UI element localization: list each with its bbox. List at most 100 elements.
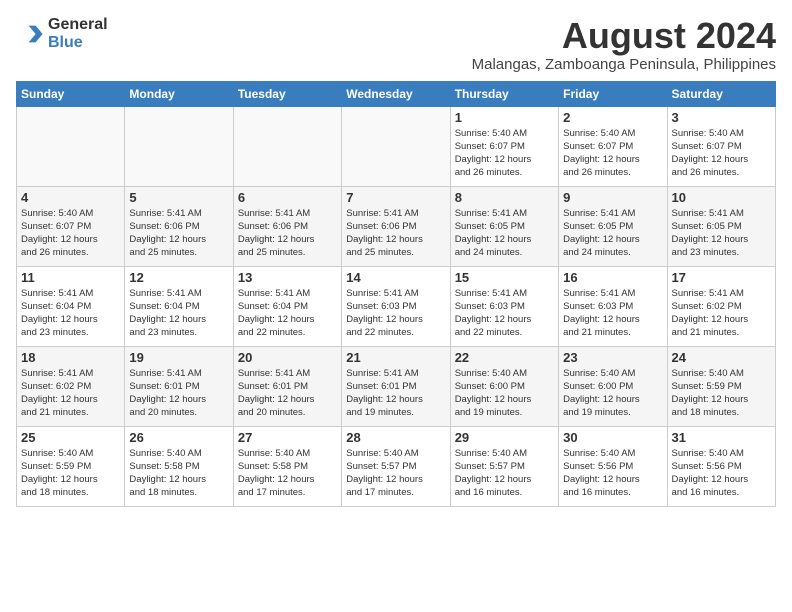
day-info: Sunrise: 5:40 AM Sunset: 6:00 PM Dayligh… [563, 367, 662, 420]
day-info: Sunrise: 5:41 AM Sunset: 6:02 PM Dayligh… [672, 287, 771, 340]
day-info: Sunrise: 5:40 AM Sunset: 6:07 PM Dayligh… [563, 127, 662, 180]
day-info: Sunrise: 5:41 AM Sunset: 6:03 PM Dayligh… [563, 287, 662, 340]
logo-icon [16, 20, 44, 48]
calendar-cell: 6Sunrise: 5:41 AM Sunset: 6:06 PM Daylig… [233, 186, 341, 266]
day-number: 23 [563, 350, 662, 365]
calendar-cell: 21 Sunrise: 5:41 AM Sunset: 6:01 PM Dayli… [342, 346, 450, 426]
calendar-cell: 11 Sunrise: 5:41 AM Sunset: 6:04 PM Dayli… [17, 266, 125, 346]
day-of-week-header: Wednesday [342, 81, 450, 106]
calendar-cell: 20Sunrise: 5:41 AM Sunset: 6:01 PM Dayli… [233, 346, 341, 426]
calendar-cell [233, 106, 341, 186]
calendar-week-row: 4Sunrise: 5:40 AM Sunset: 6:07 PM Daylig… [17, 186, 776, 266]
day-info: Sunrise: 5:40 AM Sunset: 5:58 PM Dayligh… [129, 447, 228, 500]
day-number: 25 [21, 430, 120, 445]
day-info: Sunrise: 5:41 AM Sunset: 6:03 PM Dayligh… [346, 287, 445, 340]
day-info: Sunrise: 5:41 AM Sunset: 6:01 PM Dayligh… [238, 367, 337, 420]
calendar-cell: 4Sunrise: 5:40 AM Sunset: 6:07 PM Daylig… [17, 186, 125, 266]
day-number: 13 [238, 270, 337, 285]
day-info: Sunrise: 5:41 AM Sunset: 6:04 PM Dayligh… [238, 287, 337, 340]
day-number: 17 [672, 270, 771, 285]
calendar-cell: 31 Sunrise: 5:40 AM Sunset: 5:56 PM Dayli… [667, 426, 775, 506]
day-of-week-header: Tuesday [233, 81, 341, 106]
day-number: 4 [21, 190, 120, 205]
day-info: Sunrise: 5:41 AM Sunset: 6:05 PM Dayligh… [672, 207, 771, 260]
calendar-cell: 28 Sunrise: 5:40 AM Sunset: 5:57 PM Dayli… [342, 426, 450, 506]
calendar-week-row: 18 Sunrise: 5:41 AM Sunset: 6:02 PM Dayli… [17, 346, 776, 426]
calendar-cell: 22Sunrise: 5:40 AM Sunset: 6:00 PM Dayli… [450, 346, 558, 426]
logo-text: General Blue [48, 16, 108, 51]
day-info: Sunrise: 5:41 AM Sunset: 6:04 PM Dayligh… [21, 287, 120, 340]
day-of-week-header: Friday [559, 81, 667, 106]
calendar-cell: 7Sunrise: 5:41 AM Sunset: 6:06 PM Daylig… [342, 186, 450, 266]
calendar-cell: 1 Sunrise: 5:40 AM Sunset: 6:07 PM Daylig… [450, 106, 558, 186]
calendar-header: SundayMondayTuesdayWednesdayThursdayFrid… [17, 81, 776, 106]
day-number: 21 [346, 350, 445, 365]
calendar-cell: 15 Sunrise: 5:41 AM Sunset: 6:03 PM Dayli… [450, 266, 558, 346]
calendar-cell [342, 106, 450, 186]
calendar-cell: 18 Sunrise: 5:41 AM Sunset: 6:02 PM Dayli… [17, 346, 125, 426]
calendar-cell [17, 106, 125, 186]
day-info: Sunrise: 5:41 AM Sunset: 6:01 PM Dayligh… [129, 367, 228, 420]
day-info: Sunrise: 5:40 AM Sunset: 5:58 PM Dayligh… [238, 447, 337, 500]
calendar-cell: 12Sunrise: 5:41 AM Sunset: 6:04 PM Dayli… [125, 266, 233, 346]
day-info: Sunrise: 5:41 AM Sunset: 6:04 PM Dayligh… [129, 287, 228, 340]
title-section: August 2024 Malangas, Zamboanga Peninsul… [472, 16, 776, 73]
calendar-cell: 23 Sunrise: 5:40 AM Sunset: 6:00 PM Dayli… [559, 346, 667, 426]
calendar-body: 1 Sunrise: 5:40 AM Sunset: 6:07 PM Daylig… [17, 106, 776, 506]
calendar-week-row: 25 Sunrise: 5:40 AM Sunset: 5:59 PM Dayli… [17, 426, 776, 506]
calendar-week-row: 11 Sunrise: 5:41 AM Sunset: 6:04 PM Dayli… [17, 266, 776, 346]
calendar-cell: 27Sunrise: 5:40 AM Sunset: 5:58 PM Dayli… [233, 426, 341, 506]
day-number: 30 [563, 430, 662, 445]
day-info: Sunrise: 5:40 AM Sunset: 5:56 PM Dayligh… [672, 447, 771, 500]
day-info: Sunrise: 5:41 AM Sunset: 6:03 PM Dayligh… [455, 287, 554, 340]
day-number: 15 [455, 270, 554, 285]
calendar-week-row: 1 Sunrise: 5:40 AM Sunset: 6:07 PM Daylig… [17, 106, 776, 186]
day-of-week-header: Saturday [667, 81, 775, 106]
day-number: 28 [346, 430, 445, 445]
calendar-cell: 25 Sunrise: 5:40 AM Sunset: 5:59 PM Dayli… [17, 426, 125, 506]
logo: General Blue [16, 16, 108, 51]
calendar-cell: 10 Sunrise: 5:41 AM Sunset: 6:05 PM Dayli… [667, 186, 775, 266]
calendar-cell: 19Sunrise: 5:41 AM Sunset: 6:01 PM Dayli… [125, 346, 233, 426]
day-info: Sunrise: 5:41 AM Sunset: 6:06 PM Dayligh… [346, 207, 445, 260]
day-info: Sunrise: 5:40 AM Sunset: 5:57 PM Dayligh… [346, 447, 445, 500]
calendar-cell: 30Sunrise: 5:40 AM Sunset: 5:56 PM Dayli… [559, 426, 667, 506]
day-number: 10 [672, 190, 771, 205]
calendar-cell [125, 106, 233, 186]
day-number: 26 [129, 430, 228, 445]
day-number: 3 [672, 110, 771, 125]
day-info: Sunrise: 5:40 AM Sunset: 5:57 PM Dayligh… [455, 447, 554, 500]
calendar-cell: 9Sunrise: 5:41 AM Sunset: 6:05 PM Daylig… [559, 186, 667, 266]
day-info: Sunrise: 5:40 AM Sunset: 6:07 PM Dayligh… [672, 127, 771, 180]
calendar-cell: 3 Sunrise: 5:40 AM Sunset: 6:07 PM Daylig… [667, 106, 775, 186]
calendar-cell: 13 Sunrise: 5:41 AM Sunset: 6:04 PM Dayli… [233, 266, 341, 346]
day-number: 18 [21, 350, 120, 365]
day-info: Sunrise: 5:41 AM Sunset: 6:01 PM Dayligh… [346, 367, 445, 420]
day-number: 5 [129, 190, 228, 205]
day-of-week-header: Thursday [450, 81, 558, 106]
day-number: 31 [672, 430, 771, 445]
day-info: Sunrise: 5:40 AM Sunset: 5:59 PM Dayligh… [21, 447, 120, 500]
calendar-cell: 24Sunrise: 5:40 AM Sunset: 5:59 PM Dayli… [667, 346, 775, 426]
day-headers-row: SundayMondayTuesdayWednesdayThursdayFrid… [17, 81, 776, 106]
day-info: Sunrise: 5:40 AM Sunset: 6:07 PM Dayligh… [455, 127, 554, 180]
calendar-cell: 8Sunrise: 5:41 AM Sunset: 6:05 PM Daylig… [450, 186, 558, 266]
calendar-cell: 5 Sunrise: 5:41 AM Sunset: 6:06 PM Daylig… [125, 186, 233, 266]
calendar-cell: 29 Sunrise: 5:40 AM Sunset: 5:57 PM Dayli… [450, 426, 558, 506]
day-number: 6 [238, 190, 337, 205]
calendar-cell: 14Sunrise: 5:41 AM Sunset: 6:03 PM Dayli… [342, 266, 450, 346]
day-number: 29 [455, 430, 554, 445]
day-number: 24 [672, 350, 771, 365]
calendar-cell: 26 Sunrise: 5:40 AM Sunset: 5:58 PM Dayli… [125, 426, 233, 506]
calendar-cell: 16Sunrise: 5:41 AM Sunset: 6:03 PM Dayli… [559, 266, 667, 346]
day-info: Sunrise: 5:41 AM Sunset: 6:02 PM Dayligh… [21, 367, 120, 420]
logo-blue-text: Blue [48, 34, 108, 52]
logo-general-text: General [48, 16, 108, 34]
day-info: Sunrise: 5:41 AM Sunset: 6:05 PM Dayligh… [563, 207, 662, 260]
day-info: Sunrise: 5:40 AM Sunset: 6:00 PM Dayligh… [455, 367, 554, 420]
day-number: 11 [21, 270, 120, 285]
day-info: Sunrise: 5:41 AM Sunset: 6:06 PM Dayligh… [129, 207, 228, 260]
day-of-week-header: Sunday [17, 81, 125, 106]
day-number: 1 [455, 110, 554, 125]
calendar-table: SundayMondayTuesdayWednesdayThursdayFrid… [16, 81, 776, 507]
